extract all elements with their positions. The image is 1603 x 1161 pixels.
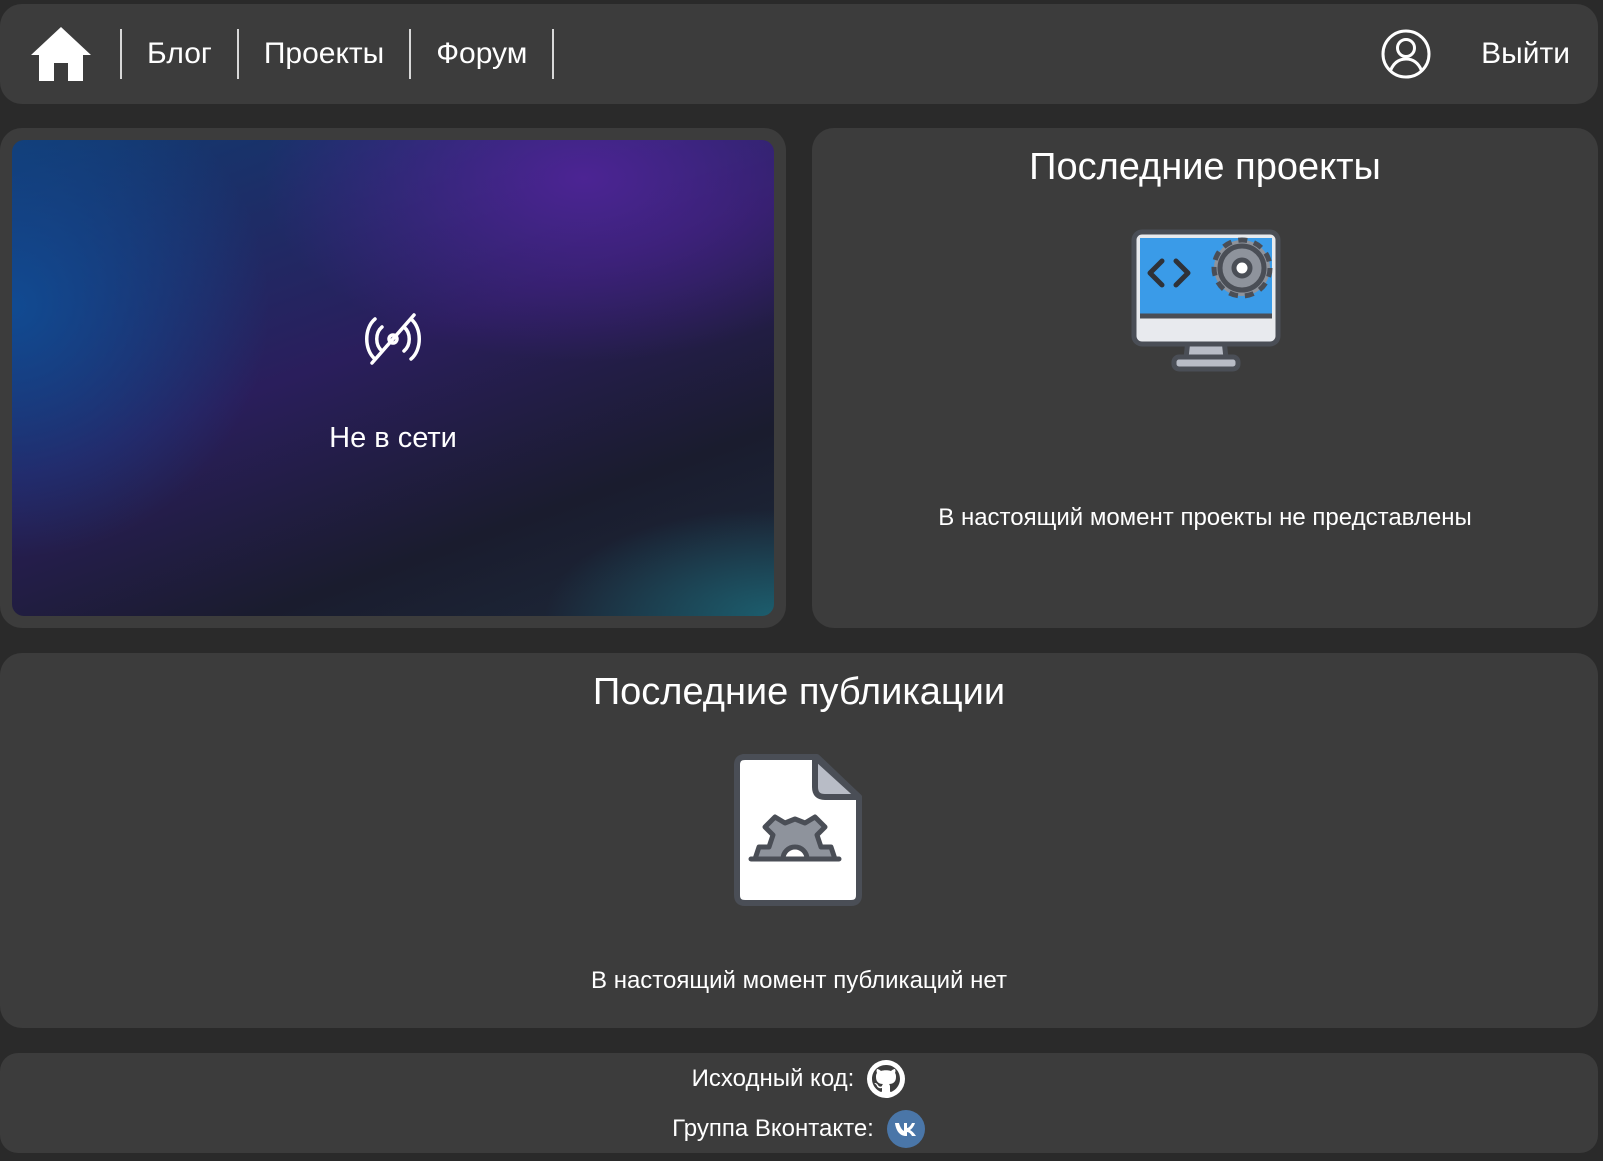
vk-group-label: Группа Вконтакте: [672,1115,874,1142]
projects-empty-message: В настоящий момент проекты не представле… [938,504,1472,531]
github-icon [867,1060,906,1098]
latest-publications-card: Последние публикации В настоящий момент … [0,653,1598,1028]
nav-forum-link[interactable]: Форум [411,37,552,71]
nav-blog-link[interactable]: Блог [122,37,237,71]
latest-projects-card: Последние проекты В настоящий момент про… [812,128,1598,628]
document-gear-icon [734,754,862,906]
home-icon [31,27,91,81]
source-code-row: Исходный код: [0,1059,1598,1099]
stream-card: Не в сети [0,128,786,628]
stream-status-text: Не в сети [329,422,457,454]
broadcast-off-icon [365,313,421,365]
monitor-code-gear-icon [1131,229,1281,372]
nav-projects-link[interactable]: Проекты [239,37,409,71]
publications-empty-message: В настоящий момент публикаций нет [591,967,1007,994]
home-button[interactable] [28,23,94,85]
stream-player[interactable]: Не в сети [12,140,774,616]
vk-link[interactable] [886,1109,926,1149]
nav-separator [552,29,555,79]
footer: Исходный код: Группа Вконтакте: [0,1053,1598,1153]
logout-button[interactable]: Выйти [1481,37,1570,71]
github-link[interactable] [866,1059,906,1099]
top-nav-bar: Блог Проекты Форум Выйти [0,4,1598,104]
vk-icon [886,1110,925,1148]
projects-title: Последние проекты [1029,146,1381,188]
header-user-area: Выйти [1379,27,1570,81]
source-code-label: Исходный код: [691,1065,855,1092]
profile-button[interactable] [1379,27,1433,81]
publications-title: Последние публикации [592,671,1006,713]
user-circle-icon [1381,29,1431,79]
vk-group-row: Группа Вконтакте: [0,1109,1598,1149]
